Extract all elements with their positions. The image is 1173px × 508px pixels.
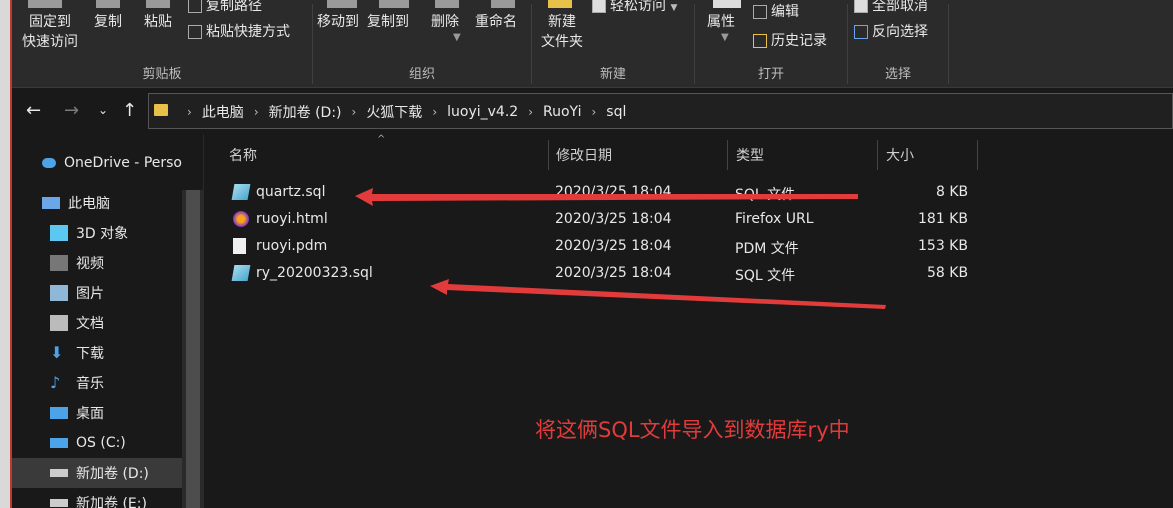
annotation-text: 将这俩SQL文件导入到数据库ry中 [535, 418, 850, 442]
arrow-to-ry-sql [430, 279, 886, 309]
arrow-to-quartz-sql [355, 188, 858, 206]
